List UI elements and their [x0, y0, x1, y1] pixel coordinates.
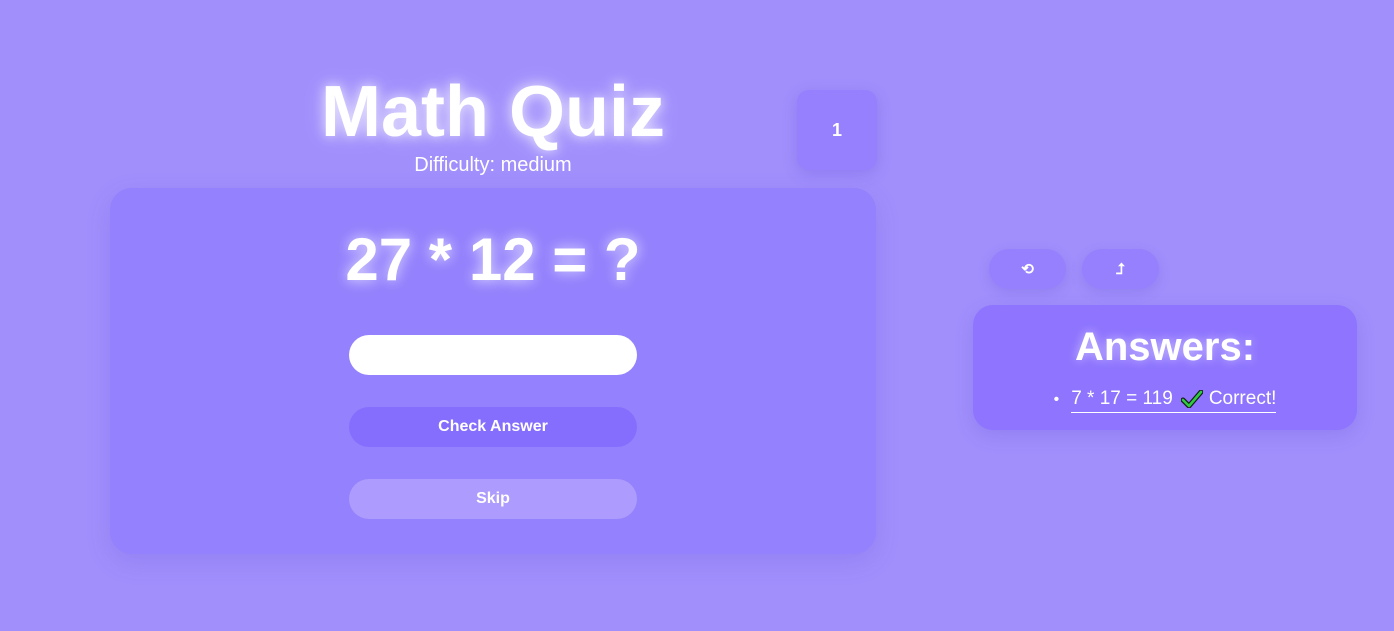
answers-panel: Answers: • 7 * 17 = 119 Correct! — [973, 305, 1357, 430]
answer-expression: 7 * 17 = 119 — [1071, 388, 1173, 409]
check-icon — [1180, 390, 1203, 408]
difficulty-label: Difficulty: medium — [414, 154, 572, 176]
share-button[interactable]: ⮥ — [1082, 249, 1159, 289]
quiz-card: 27 * 12 = ? Check Answer Skip — [110, 188, 876, 554]
list-item: • 7 * 17 = 119 Correct! — [1054, 387, 1277, 413]
score-value: 1 — [831, 119, 842, 140]
restart-button[interactable]: ⟲ — [989, 249, 1066, 289]
share-icon: ⮥ — [1116, 260, 1125, 278]
question-text: 27 * 12 = ? — [345, 226, 641, 293]
bullet: • — [1053, 391, 1060, 408]
skip-button[interactable]: Skip — [349, 479, 637, 519]
answers-title: Answers: — [1074, 325, 1256, 369]
check-answer-button[interactable]: Check Answer — [349, 407, 637, 447]
quiz-page: Math Quiz Difficulty: medium 1 27 * 12 =… — [0, 0, 1394, 631]
restart-icon: ⟲ — [1021, 261, 1034, 278]
score-counter: 1 — [797, 90, 877, 170]
answer-result: Correct! — [1208, 388, 1277, 409]
answer-entry: 7 * 17 = 119 Correct! — [1071, 387, 1277, 413]
answers-list: • 7 * 17 = 119 Correct! — [973, 387, 1357, 413]
answer-input[interactable] — [349, 335, 637, 375]
page-title: Math Quiz — [321, 72, 665, 152]
